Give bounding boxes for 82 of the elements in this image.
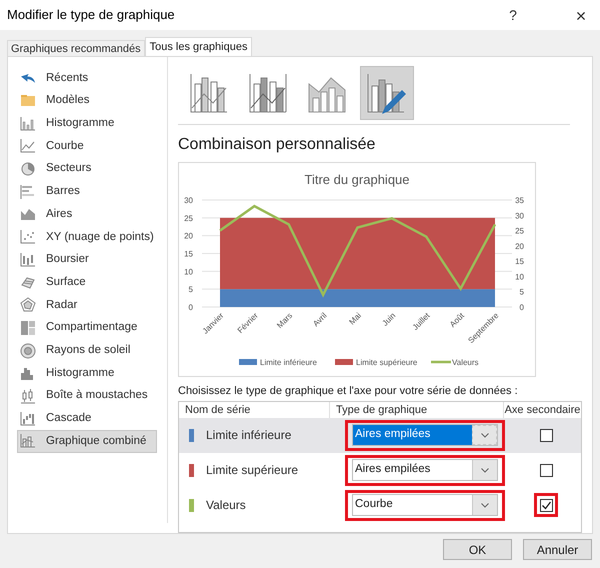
axis-tick-label: 30 xyxy=(515,211,524,220)
legend-key xyxy=(239,359,257,365)
axis-tick-label: 15 xyxy=(515,257,524,266)
axis-tick-label: 35 xyxy=(515,196,524,205)
checkbox[interactable] xyxy=(540,428,552,442)
axis-tick-label: 15 xyxy=(184,250,193,258)
sidebar-item[interactable]: Histogramme xyxy=(17,112,157,136)
sidebar-item[interactable]: Modèles xyxy=(17,90,157,112)
sidebar-item[interactable]: Récents xyxy=(17,67,157,90)
close-button[interactable]: × xyxy=(566,3,596,27)
cancel-button[interactable]: Annuler xyxy=(523,539,592,560)
scatter-icon xyxy=(20,229,36,246)
axis-tick-label: 10 xyxy=(184,267,193,276)
table-row[interactable]: Limite supérieure Aires empilées xyxy=(179,452,581,488)
waterfall-icon xyxy=(20,410,36,427)
line-chart-icon xyxy=(20,138,36,154)
sidebar-item[interactable]: Compartimentage xyxy=(17,316,157,340)
instruction-text: Choisissez le type de graphique et l'axe pour votre série de données : xyxy=(178,384,519,399)
sidebar-item[interactable]: XY (nuage de points) xyxy=(17,226,157,248)
sidebar-item[interactable]: Boursier xyxy=(17,248,157,272)
area-chart-icon xyxy=(20,206,36,222)
column-header: Nom de série xyxy=(184,402,252,418)
series-name: Limite inférieure xyxy=(206,427,292,444)
legend-label: Valeurs xyxy=(452,358,479,367)
help-button[interactable]: ? xyxy=(498,3,528,27)
checkbox[interactable] xyxy=(540,464,552,476)
radar-chart-icon xyxy=(20,297,36,314)
sidebar-item[interactable]: Secteurs xyxy=(17,158,157,180)
axis-tick-label: 20 xyxy=(515,242,524,251)
chart-title: Titre du graphique xyxy=(304,172,410,187)
checkbox[interactable] xyxy=(540,498,552,512)
table-row[interactable]: Limite inférieure Aires empilées xyxy=(179,418,581,452)
chevron-down-icon xyxy=(480,432,488,438)
ok-button[interactable]: OK xyxy=(443,539,512,560)
horizontal-bar-icon xyxy=(20,184,36,200)
axis-tick-label: 0 xyxy=(188,303,193,312)
axis-category-label: Mai xyxy=(347,311,363,327)
histogram-icon xyxy=(20,365,36,382)
axis-tick-label: 10 xyxy=(515,272,524,282)
tab[interactable]: Tous les graphiques xyxy=(144,37,252,56)
axis-tick-label: 30 xyxy=(184,196,193,205)
combo-chart-icon xyxy=(20,433,36,450)
treemap-icon xyxy=(20,320,36,336)
chart-type-dropdown[interactable]: Courbe xyxy=(352,494,498,516)
series-name: Valeurs xyxy=(206,497,246,514)
series-name: Limite supérieure xyxy=(206,462,298,479)
axis-tick-label: 20 xyxy=(184,232,193,241)
sidebar-item[interactable]: Radar xyxy=(17,294,157,317)
sidebar-item[interactable]: Barres xyxy=(17,180,157,204)
surface-chart-icon xyxy=(20,274,36,291)
custom-combo-pencil-icon[interactable] xyxy=(360,66,414,120)
legend-label: Limite inférieure xyxy=(260,358,317,367)
section-heading: Combinaison personnalisée xyxy=(178,135,376,155)
sidebar-item[interactable]: Cascade xyxy=(17,407,157,430)
chevron-down-icon xyxy=(481,468,489,472)
legend-key xyxy=(431,360,451,364)
axis-tick-label: 0 xyxy=(520,303,524,312)
pie-chart-icon xyxy=(20,161,36,178)
sidebar-item[interactable]: Surface xyxy=(17,271,157,294)
axis-tick-label: 25 xyxy=(184,214,193,223)
legend-key xyxy=(335,359,353,365)
sidebar-item[interactable]: Histogramme xyxy=(17,362,157,385)
sidebar-item[interactable]: Rayons de soleil xyxy=(17,339,157,362)
axis-tick-label: 25 xyxy=(515,226,524,236)
box-plot-icon xyxy=(20,388,36,404)
chevron-down-icon xyxy=(481,502,489,508)
tab[interactable]: Graphiques recommandés xyxy=(7,40,145,56)
stock-chart-icon xyxy=(20,252,36,268)
axis-tick-label: 5 xyxy=(188,285,193,294)
sunburst-icon xyxy=(20,342,36,359)
axis-tick-label: 5 xyxy=(520,288,524,297)
bar-chart-icon xyxy=(20,116,36,132)
chart-type-dropdown[interactable]: Aires empilées xyxy=(352,424,498,446)
sidebar-item[interactable]: Aires xyxy=(17,203,157,226)
legend-label: Limite supérieure xyxy=(356,358,418,367)
axis-category-label: Juin xyxy=(380,311,398,328)
undo-arrow-icon xyxy=(21,74,35,83)
sidebar-item[interactable]: Boîte à moustaches xyxy=(17,384,157,408)
sidebar-item[interactable]: Courbe xyxy=(17,135,157,158)
chart-type-dropdown[interactable]: Aires empilées xyxy=(352,459,498,481)
sidebar-item[interactable]: Graphique combiné xyxy=(17,430,157,453)
window-title: Modifier le type de graphique xyxy=(7,6,176,24)
